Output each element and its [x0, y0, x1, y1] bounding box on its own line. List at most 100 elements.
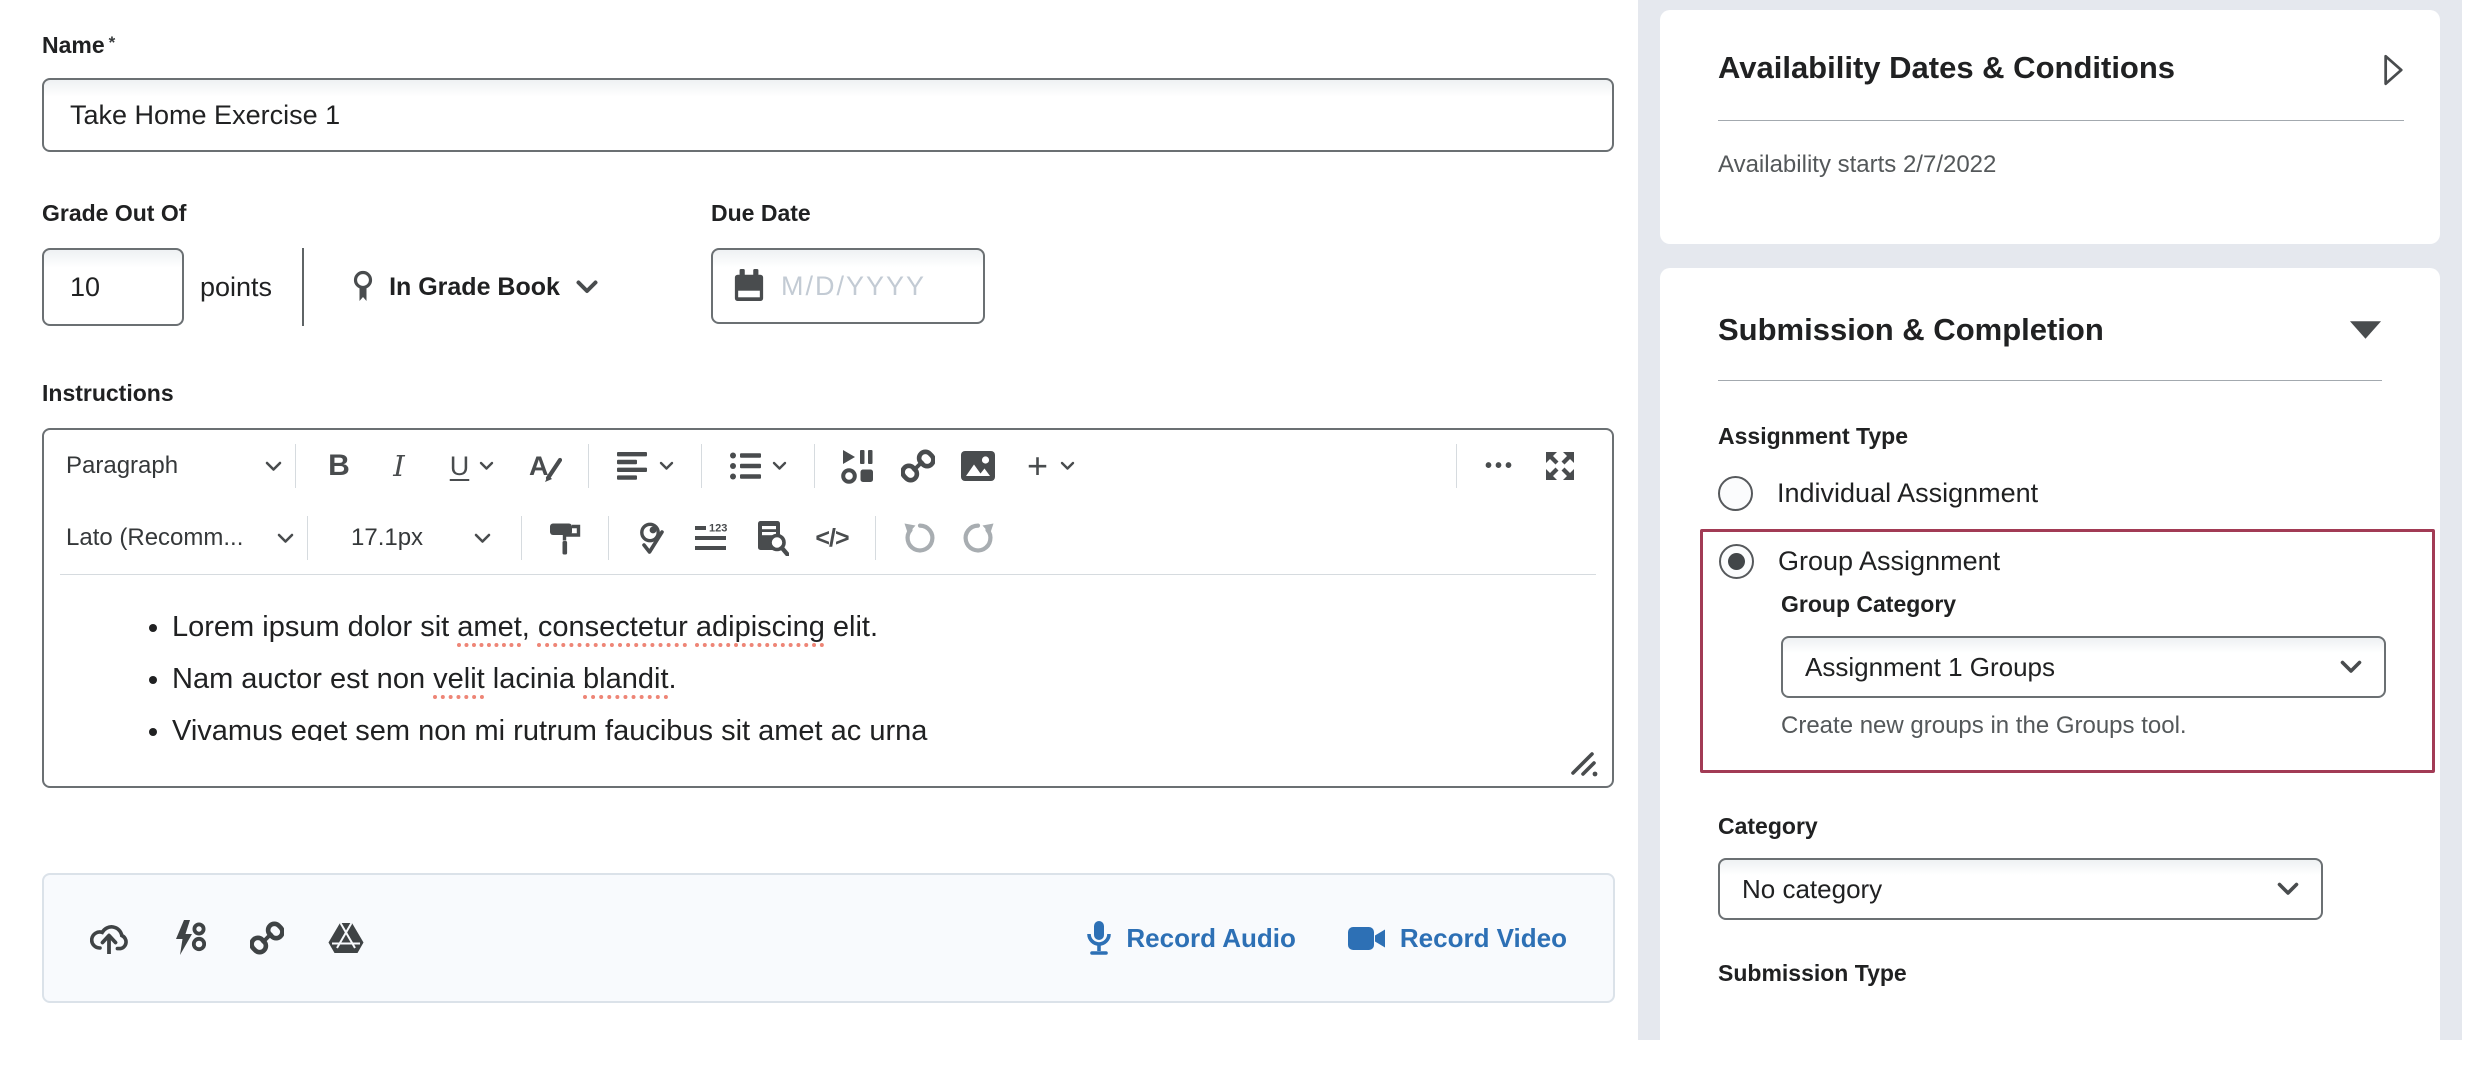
card-divider [1718, 120, 2404, 121]
submission-card-header[interactable]: Submission & Completion [1718, 312, 2382, 348]
bullet-list-icon [730, 452, 762, 480]
attach-existing-activity-button[interactable] [172, 920, 206, 956]
editor-toolbar-row-1: Paragraph B I U A [44, 430, 1612, 502]
rich-text-editor: Paragraph B I U A [42, 428, 1614, 788]
text: Nam auctor est non [172, 663, 433, 695]
group-assignment-label: Group Assignment [1778, 546, 2000, 577]
card-divider [1718, 380, 2382, 381]
chevron-down-icon [474, 533, 491, 544]
expanded-arrow-icon[interactable] [2349, 320, 2382, 340]
video-camera-icon [1348, 925, 1386, 952]
underline-dropdown-button[interactable]: U [429, 438, 515, 494]
submission-completion-card: Submission & Completion Assignment Type … [1660, 268, 2440, 1078]
more-actions-button[interactable]: ••• [1470, 438, 1530, 494]
font-size-dropdown[interactable]: 17.1px [351, 524, 491, 552]
divider [302, 248, 304, 326]
accessibility-checker-button[interactable] [622, 510, 682, 566]
ellipsis-icon: ••• [1485, 455, 1515, 478]
grade-points-input[interactable] [42, 248, 184, 326]
toolbar-divider [1456, 444, 1457, 488]
availability-dates-card: Availability Dates & Conditions Availabi… [1660, 10, 2440, 244]
group-assignment-radio[interactable]: Group Assignment [1719, 544, 2412, 579]
text [688, 611, 696, 643]
misspelled-word: consectetur [538, 611, 688, 643]
font-color-button[interactable]: A [515, 438, 575, 494]
chevron-down-icon [265, 461, 282, 472]
undo-button[interactable] [889, 510, 949, 566]
list-dropdown-button[interactable] [715, 438, 801, 494]
insert-image-button[interactable] [948, 438, 1008, 494]
resize-handle[interactable] [1566, 746, 1600, 780]
alignment-dropdown-button[interactable] [602, 438, 688, 494]
editor-content-area[interactable]: Lorem ipsum dolor sit amet, consectetur … [44, 575, 1612, 741]
toolbar-divider [814, 444, 815, 488]
upload-file-button[interactable] [90, 921, 128, 956]
availability-card-header[interactable]: Availability Dates & Conditions [1718, 50, 2404, 88]
text: Lorem ipsum dolor sit [172, 611, 457, 643]
chevron-down-icon [1060, 461, 1075, 471]
preview-button[interactable] [742, 510, 802, 566]
redo-button[interactable] [949, 510, 1009, 566]
required-asterisk: * [109, 33, 116, 52]
insert-link-button[interactable] [888, 438, 948, 494]
record-audio-button[interactable]: Record Audio [1086, 920, 1295, 957]
bold-icon: B [328, 449, 350, 483]
toolbar-divider [608, 516, 609, 560]
paragraph-style-dropdown[interactable]: Paragraph [66, 452, 282, 480]
misspelled-word: adipiscing [696, 611, 825, 643]
category-value: No category [1742, 874, 1882, 905]
radio-unselected[interactable] [1718, 476, 1753, 511]
submission-type-label: Submission Type [1718, 960, 2382, 987]
editor-bullet-line: Nam auctor est non velit lacinia blandit… [172, 653, 1612, 705]
code-icon: </> [815, 524, 848, 553]
name-label: Name* [42, 30, 1614, 60]
toolbar-divider [588, 444, 589, 488]
name-input[interactable] [42, 78, 1614, 152]
record-audio-label: Record Audio [1126, 923, 1295, 954]
chevron-down-icon [772, 461, 787, 471]
group-category-select[interactable]: Assignment 1 Groups [1781, 636, 2386, 698]
grade-due-row: Grade Out Of points In Grade Book Due Da… [42, 198, 1614, 328]
editor-bullet-line: Vivamus eget sem non mi rutrum faucibus … [172, 705, 1612, 741]
toolbar-divider [701, 444, 702, 488]
due-date-label: Due Date [711, 198, 985, 228]
svg-text:A: A [529, 451, 549, 481]
insert-stuff-button[interactable] [828, 438, 888, 494]
radio-selected[interactable] [1719, 544, 1754, 579]
source-code-button[interactable]: </> [802, 510, 862, 566]
chevron-down-icon [2340, 660, 2362, 674]
availability-card-title: Availability Dates & Conditions [1718, 50, 2175, 86]
in-grade-book-label: In Grade Book [389, 273, 560, 302]
text: lacinia [485, 663, 583, 695]
google-drive-button[interactable] [328, 922, 364, 954]
collapsed-arrow-icon[interactable] [2382, 52, 2404, 88]
toolbar-divider [521, 516, 522, 560]
in-grade-book-dropdown[interactable]: In Grade Book [352, 270, 598, 305]
category-label: Category [1718, 813, 2382, 840]
plus-icon: + [1027, 448, 1048, 484]
quicklink-bolt-icon [172, 920, 206, 956]
due-date-field[interactable]: M/D/YYYY [711, 248, 985, 324]
radio-dot [1728, 553, 1745, 570]
font-family-value: Lato (Recomm... [66, 524, 243, 552]
bold-button[interactable]: B [309, 438, 369, 494]
attach-weblink-button[interactable] [250, 921, 284, 955]
text: elit. [825, 611, 878, 643]
category-select[interactable]: No category [1718, 858, 2323, 920]
insert-more-dropdown-button[interactable]: + [1008, 438, 1094, 494]
individual-assignment-label: Individual Assignment [1777, 478, 2038, 509]
format-painter-button[interactable] [535, 510, 595, 566]
toolbar-divider [295, 444, 296, 488]
individual-assignment-radio[interactable]: Individual Assignment [1718, 476, 2382, 511]
submission-card-title: Submission & Completion [1718, 312, 2104, 348]
italic-button[interactable]: I [369, 438, 429, 494]
font-family-dropdown[interactable]: Lato (Recomm... [66, 524, 294, 552]
toolbar-divider [875, 516, 876, 560]
group-assignment-highlight-box: Group Assignment Group Category Assignme… [1700, 529, 2435, 773]
assignment-type-label: Assignment Type [1718, 423, 2382, 450]
text: Vivamus eget sem non mi rutrum faucibus … [172, 715, 927, 741]
undo-icon [902, 522, 936, 555]
record-video-button[interactable]: Record Video [1348, 923, 1567, 954]
word-count-button[interactable]: 123 [682, 510, 742, 566]
fullscreen-button[interactable] [1530, 438, 1590, 494]
